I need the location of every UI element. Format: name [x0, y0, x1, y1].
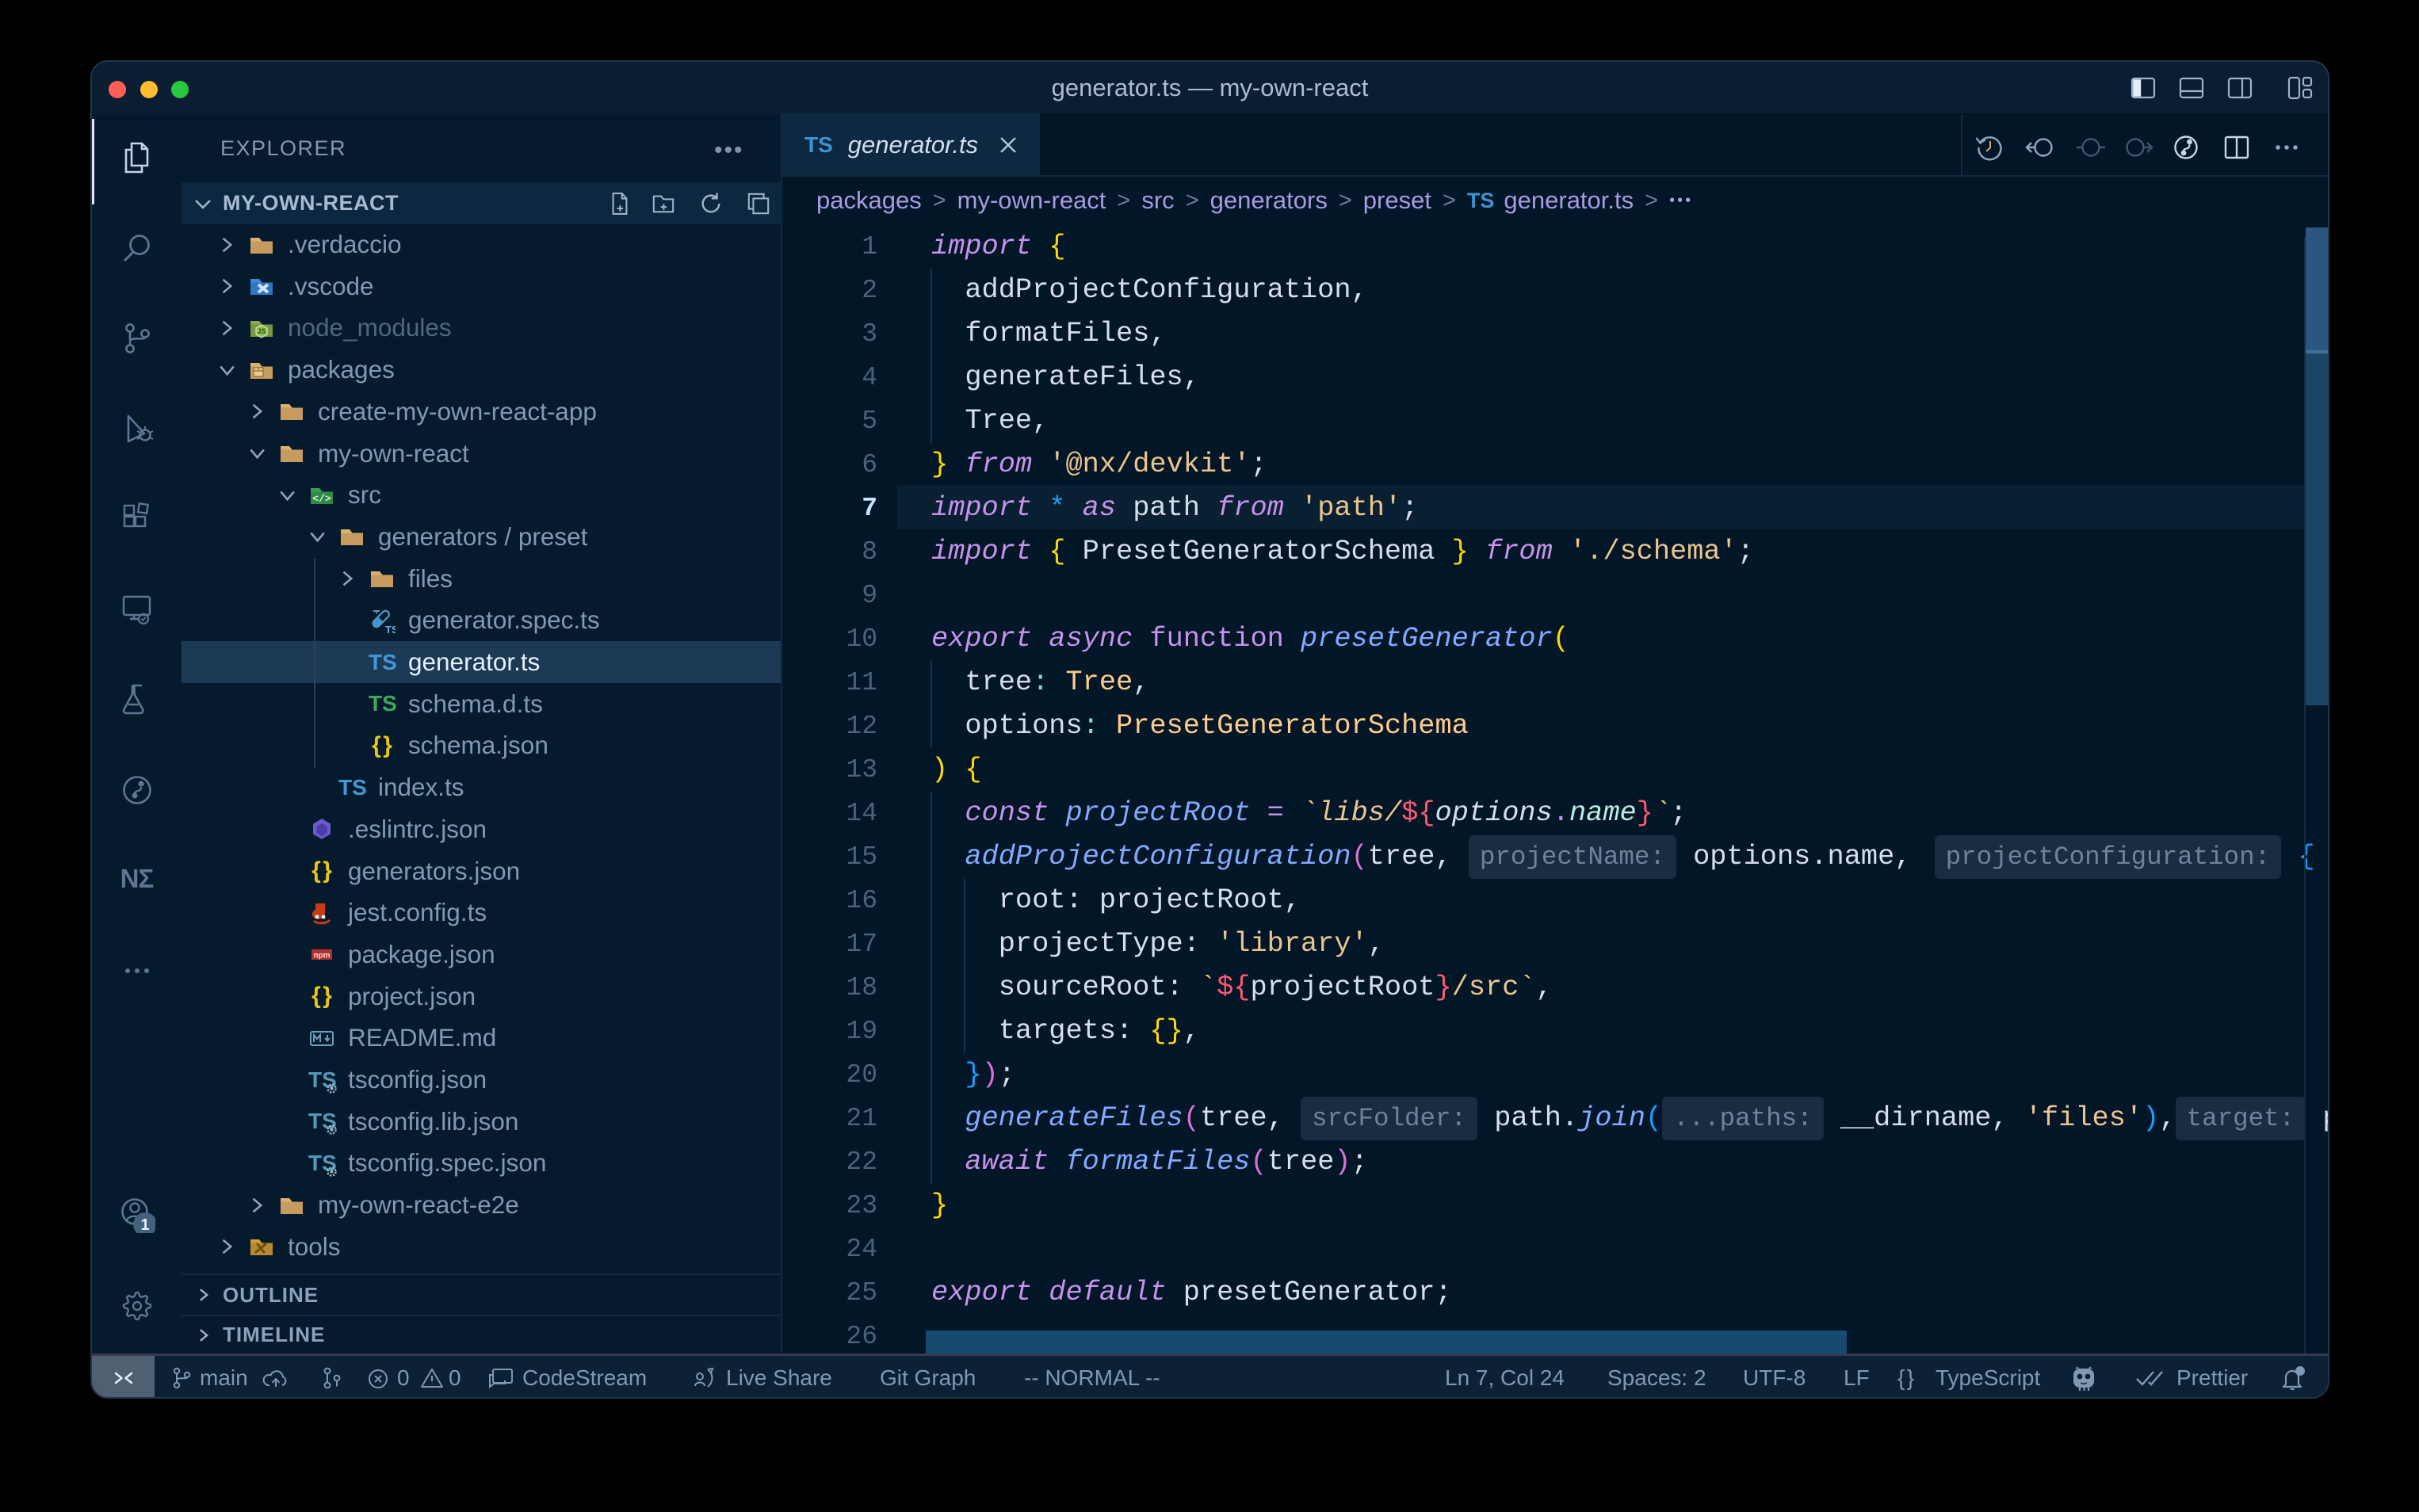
- svg-text:JS: JS: [257, 327, 266, 335]
- svg-text:1: 1: [140, 1216, 149, 1233]
- svg-text:npm: npm: [313, 952, 330, 960]
- svg-text:</>: </>: [312, 493, 331, 505]
- svg-text:TS: TS: [385, 624, 396, 634]
